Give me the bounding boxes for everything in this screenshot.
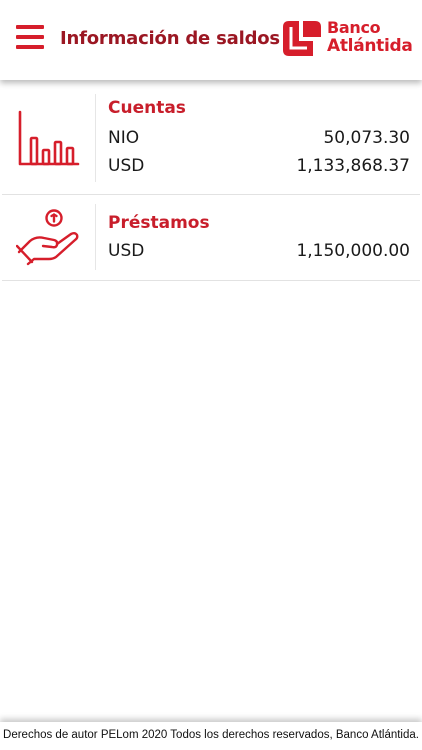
balance-row: NIO 50,073.30 bbox=[108, 128, 410, 152]
balance-amount: 1,133,868.37 bbox=[296, 156, 410, 176]
currency-label: USD bbox=[108, 241, 145, 261]
bar-chart-icon bbox=[18, 110, 80, 166]
card-divider bbox=[95, 94, 96, 182]
accounts-card[interactable]: Cuentas NIO 50,073.30 USD 1,133,868.37 bbox=[2, 86, 420, 195]
page-title: Información de saldos bbox=[60, 28, 280, 49]
balance-row: USD 1,133,868.37 bbox=[108, 156, 410, 180]
copyright-text: Derechos de autor PELom 2020 Todos los d… bbox=[3, 729, 419, 741]
hamburger-menu-icon[interactable] bbox=[16, 25, 44, 49]
hand-coin-icon bbox=[16, 209, 79, 266]
balance-amount: 1,150,000.00 bbox=[296, 241, 410, 261]
balance-info-screen: Información de saldos Banco Atlántida Cu… bbox=[0, 0, 422, 750]
footer: Derechos de autor PELom 2020 Todos los d… bbox=[0, 722, 422, 750]
app-header: Información de saldos Banco Atlántida bbox=[0, 0, 422, 80]
loans-title: Préstamos bbox=[108, 213, 210, 233]
currency-label: USD bbox=[108, 156, 145, 176]
loans-card[interactable]: Préstamos USD 1,150,000.00 bbox=[2, 196, 420, 281]
brand-name-line2: Atlántida bbox=[327, 36, 413, 56]
currency-label: NIO bbox=[108, 128, 140, 148]
bank-logo-icon bbox=[283, 21, 321, 56]
card-divider bbox=[95, 204, 96, 270]
brand-name-line1: Banco bbox=[327, 18, 381, 37]
balance-row: USD 1,150,000.00 bbox=[108, 241, 410, 265]
brand-name: Banco Atlántida bbox=[327, 18, 413, 56]
accounts-title: Cuentas bbox=[108, 98, 186, 118]
balance-amount: 50,073.30 bbox=[323, 128, 410, 148]
brand-logo: Banco Atlántida bbox=[283, 19, 418, 59]
